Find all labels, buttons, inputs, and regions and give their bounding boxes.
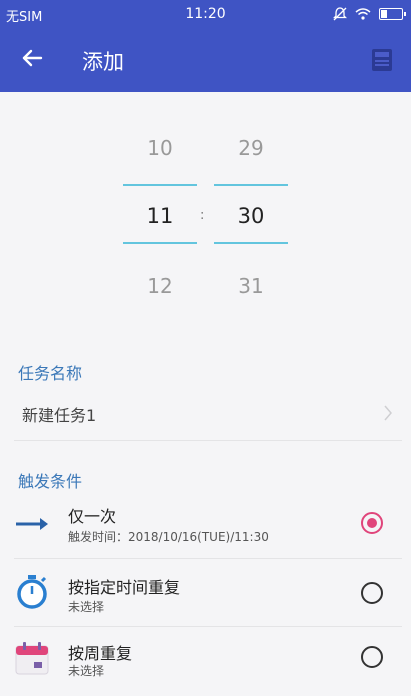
trigger-label: 触发条件 <box>18 472 83 491</box>
system-icons <box>333 7 406 21</box>
hour-next[interactable]: 12 <box>123 274 197 298</box>
divider <box>14 440 402 441</box>
option-title: 仅一次 <box>68 507 117 526</box>
hour-wheel[interactable]: 10 11 12 <box>123 92 197 332</box>
minute-prev[interactable]: 29 <box>214 136 288 160</box>
calendar-icon <box>15 642 49 675</box>
hour-selected[interactable]: 11 <box>123 204 197 228</box>
option-repeat-week[interactable]: 按周重复 未选择 <box>0 628 411 696</box>
minute-upper-line <box>214 184 288 186</box>
task-name-row[interactable]: 新建任务1 <box>0 390 411 442</box>
divider <box>14 626 402 627</box>
battery-icon <box>379 8 406 20</box>
option-subtitle: 未选择 <box>68 600 105 614</box>
radio-selected[interactable] <box>361 512 383 534</box>
option-title: 按指定时间重复 <box>68 578 181 597</box>
back-arrow-icon[interactable] <box>20 46 44 70</box>
content-area: 10 11 12 : 29 30 31 任务名称 新建任务1 触发条件 仅一次 … <box>0 92 411 680</box>
time-separator: : <box>200 208 205 223</box>
divider <box>14 558 402 559</box>
stopwatch-icon <box>17 575 47 609</box>
wifi-icon <box>355 8 371 20</box>
minute-next[interactable]: 31 <box>214 274 288 298</box>
option-subtitle: 未选择 <box>68 664 105 678</box>
save-icon[interactable] <box>371 48 393 72</box>
hour-prev[interactable]: 10 <box>123 136 197 160</box>
hour-lower-line <box>123 242 197 244</box>
time-picker[interactable]: 10 11 12 : 29 30 31 <box>0 92 411 332</box>
option-repeat-time[interactable]: 按指定时间重复 未选择 <box>0 560 411 628</box>
option-once[interactable]: 仅一次 触发时间：2018/10/16(TUE)/11:30 <box>0 492 411 560</box>
radio-unselected[interactable] <box>361 646 383 668</box>
task-name-value: 新建任务1 <box>22 406 97 425</box>
app-bar: 添加 <box>0 28 411 92</box>
chevron-right-icon <box>384 405 392 421</box>
radio-unselected[interactable] <box>361 582 383 604</box>
status-bar: 无SIM 11:20 <box>0 0 411 28</box>
page-title: 添加 <box>82 50 124 74</box>
hour-upper-line <box>123 184 197 186</box>
mute-icon <box>333 7 347 21</box>
task-name-label: 任务名称 <box>18 364 83 383</box>
option-title: 按周重复 <box>68 644 133 663</box>
arrow-right-icon <box>16 518 48 530</box>
option-subtitle: 触发时间：2018/10/16(TUE)/11:30 <box>68 530 269 544</box>
minute-wheel[interactable]: 29 30 31 <box>214 92 288 332</box>
minute-selected[interactable]: 30 <box>214 204 288 228</box>
minute-lower-line <box>214 242 288 244</box>
